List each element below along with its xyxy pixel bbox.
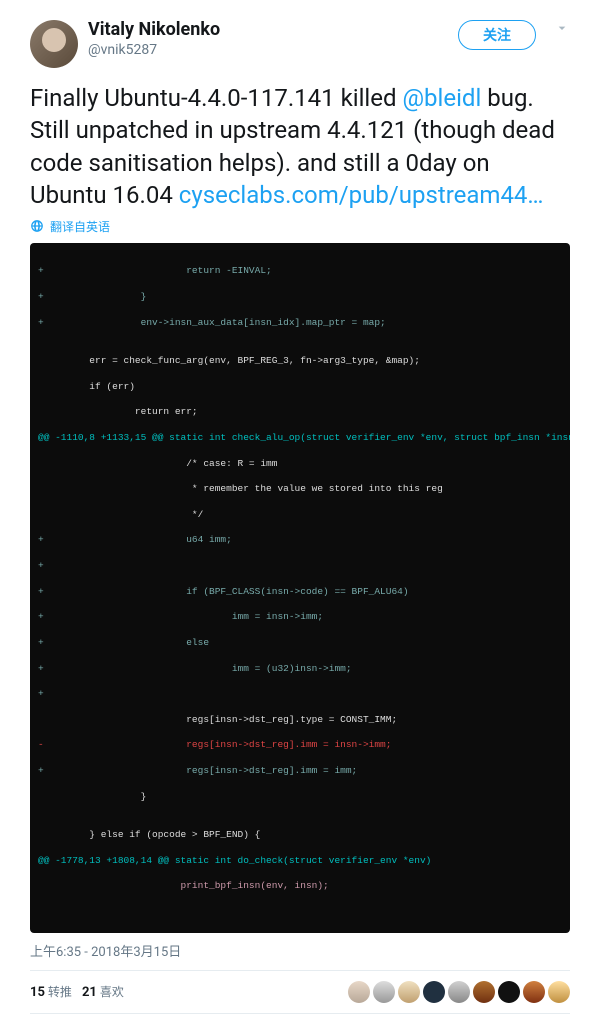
liker-avatar[interactable] — [448, 981, 470, 1003]
liker-avatar[interactable] — [398, 981, 420, 1003]
liker-avatar[interactable] — [498, 981, 520, 1003]
tweet-timestamp[interactable]: 上午6:35 - 2018年3月15日 — [30, 941, 570, 960]
time-part: 上午6:35 — [30, 945, 81, 960]
liker-avatar[interactable] — [548, 981, 570, 1003]
user-names[interactable]: Vitaly Nikolenko @vnik5287 — [88, 20, 458, 58]
globe-icon — [30, 219, 44, 233]
translate-label: 翻译自英语 — [50, 218, 110, 235]
time-sep: - — [81, 945, 91, 960]
stats-bar: 15转推 21喜欢 — [30, 970, 570, 1014]
liker-avatar[interactable] — [473, 981, 495, 1003]
mention-link[interactable]: @bleidl — [402, 84, 481, 112]
liker-avatar[interactable] — [348, 981, 370, 1003]
tweet-container: Vitaly Nikolenko @vnik5287 关注 Finally Ub… — [0, 0, 600, 1024]
caret-down-icon[interactable] — [554, 20, 570, 36]
tweet-header: Vitaly Nikolenko @vnik5287 关注 — [30, 20, 570, 68]
user-handle: @vnik5287 — [88, 42, 458, 58]
liker-avatar[interactable] — [523, 981, 545, 1003]
tweet-text-part: Finally Ubuntu-4.4.0-117.141 killed — [30, 84, 402, 112]
like-stat[interactable]: 21喜欢 — [82, 983, 124, 1000]
external-link[interactable]: cyseclabs.com/pub/upstream44… — [179, 181, 544, 209]
liker-avatars — [348, 981, 570, 1003]
liker-avatar[interactable] — [423, 981, 445, 1003]
retweet-stat[interactable]: 15转推 — [30, 983, 72, 1000]
liker-avatar[interactable] — [373, 981, 395, 1003]
follow-button[interactable]: 关注 — [458, 20, 536, 50]
tweet-text: Finally Ubuntu-4.4.0-117.141 killed @ble… — [30, 82, 570, 212]
embedded-image[interactable]: + return -EINVAL; + } + env->insn_aux_da… — [30, 243, 570, 933]
avatar[interactable] — [30, 20, 78, 68]
translate-button[interactable]: 翻译自英语 — [30, 218, 570, 235]
date-part: 2018年3月15日 — [91, 945, 181, 960]
display-name: Vitaly Nikolenko — [88, 20, 458, 40]
